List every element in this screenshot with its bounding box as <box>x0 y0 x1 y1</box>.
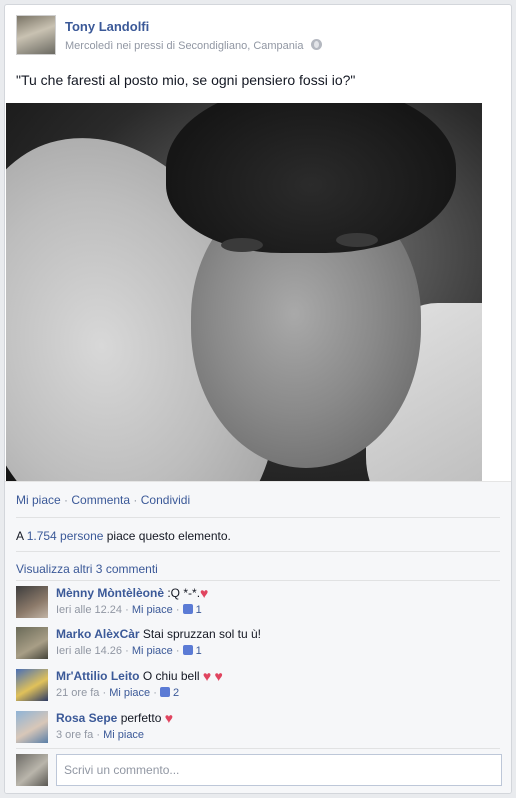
comment-item: Mr'Attilio Leito O chiu bell ♥ ♥ 21 ore … <box>16 669 500 703</box>
separator: · <box>64 493 69 507</box>
comment-text: O chiu bell <box>139 669 203 683</box>
author-avatar[interactable] <box>16 15 56 55</box>
current-user-avatar <box>16 754 48 786</box>
comment-item: Marko AlèxCàr Stai spruzzan sol tu ù! Ie… <box>16 627 500 661</box>
commenter-name[interactable]: Rosa Sepe <box>56 711 117 725</box>
commenter-name[interactable]: Mènny Mòntèlèonè <box>56 586 164 600</box>
separator: · <box>93 729 104 741</box>
separator: · <box>122 645 132 657</box>
post-header: Tony Landolfi Mercoledì nei pressi di Se… <box>16 15 500 59</box>
comment-body: Rosa Sepe perfetto ♥ <box>56 711 173 725</box>
post-meta: Mercoledì nei pressi di Secondigliano, C… <box>65 39 322 52</box>
comment-text: Stai spruzzan sol tu ù! <box>139 627 261 641</box>
comment-item: Rosa Sepe perfetto ♥ 3 ore fa · Mi piace <box>16 711 500 745</box>
comment-time[interactable]: 3 ore fa <box>56 729 93 741</box>
comment-text: :Q *-*. <box>164 586 201 600</box>
comment-composer <box>16 754 502 786</box>
comment-body: Mènny Mòntèlèonè :Q *-*.♥ <box>56 586 208 600</box>
likes-count-link[interactable]: 1.754 persone <box>27 529 104 543</box>
comment-text: perfetto <box>117 711 165 725</box>
commenter-avatar[interactable] <box>16 711 48 743</box>
divider <box>16 748 500 749</box>
separator: · <box>133 493 138 507</box>
comment-like-count[interactable]: 1 <box>196 604 202 616</box>
comment-like-button[interactable]: Mi piace <box>132 604 173 616</box>
heart-icon: ♥ <box>200 585 209 601</box>
comment-input[interactable] <box>56 754 502 786</box>
comment-like-button[interactable]: Mi piace <box>132 645 173 657</box>
comment-meta: Ieri alle 14.26 · Mi piace · 1 <box>56 645 202 657</box>
likes-prefix: A <box>16 529 27 543</box>
heart-icon: ♥ <box>202 668 212 684</box>
commenter-name[interactable]: Mr'Attilio Leito <box>56 669 140 683</box>
comment-meta: 3 ore fa · Mi piace <box>56 729 144 741</box>
commenter-avatar[interactable] <box>16 669 48 701</box>
comment-meta: 21 ore fa · Mi piace · 2 <box>56 687 179 699</box>
separator: · <box>99 687 110 699</box>
post-time-location[interactable]: Mercoledì nei pressi di Secondigliano, C… <box>65 40 303 52</box>
comment-body: Mr'Attilio Leito O chiu bell ♥ ♥ <box>56 669 223 683</box>
globe-icon[interactable] <box>310 39 322 50</box>
heart-icon: ♥ <box>164 710 174 726</box>
separator: · <box>122 604 132 616</box>
comment-item: Mènny Mòntèlèonè :Q *-*.♥ Ieri alle 12.2… <box>16 586 500 620</box>
likes-summary: A 1.754 persone piace questo elemento. <box>16 529 231 543</box>
separator: · <box>150 687 160 699</box>
separator: · <box>172 645 183 657</box>
post-card: Tony Landolfi Mercoledì nei pressi di Se… <box>4 4 512 794</box>
likes-suffix: piace questo elemento. <box>103 529 231 543</box>
comment-like-count[interactable]: 1 <box>196 645 202 657</box>
comment-like-button[interactable]: Mi piace <box>103 729 144 741</box>
divider <box>16 517 500 518</box>
post-photo[interactable] <box>6 103 482 481</box>
thumbs-up-icon <box>182 645 193 655</box>
commenter-name[interactable]: Marko AlèxCàr <box>56 627 140 641</box>
share-button[interactable]: Condividi <box>141 493 190 507</box>
thumbs-up-icon <box>182 604 193 614</box>
comment-time[interactable]: Ieri alle 14.26 <box>56 645 122 657</box>
author-name[interactable]: Tony Landolfi <box>65 19 149 34</box>
commenter-avatar[interactable] <box>16 627 48 659</box>
comment-meta: Ieri alle 12.24 · Mi piace · 1 <box>56 604 202 616</box>
comment-time[interactable]: 21 ore fa <box>56 687 99 699</box>
like-button[interactable]: Mi piace <box>16 493 61 507</box>
divider <box>16 551 500 552</box>
post-text: "Tu che faresti al posto mio, se ogni pe… <box>16 72 356 88</box>
comment-body: Marko AlèxCàr Stai spruzzan sol tu ù! <box>56 627 261 641</box>
comment-button[interactable]: Commenta <box>71 493 130 507</box>
divider <box>16 580 500 581</box>
view-more-comments[interactable]: Visualizza altri 3 commenti <box>16 562 158 576</box>
commenter-avatar[interactable] <box>16 586 48 618</box>
photo-eye-right <box>336 233 378 247</box>
separator: · <box>172 604 183 616</box>
thumbs-up-icon <box>159 687 170 697</box>
comment-like-count[interactable]: 2 <box>173 687 179 699</box>
photo-eye-left <box>221 238 263 252</box>
post-actions: Mi piace · Commenta · Condividi <box>16 493 190 507</box>
comment-like-button[interactable]: Mi piace <box>109 687 150 699</box>
comment-time[interactable]: Ieri alle 12.24 <box>56 604 122 616</box>
heart-icon: ♥ <box>214 668 223 684</box>
photo-hair <box>166 103 456 253</box>
